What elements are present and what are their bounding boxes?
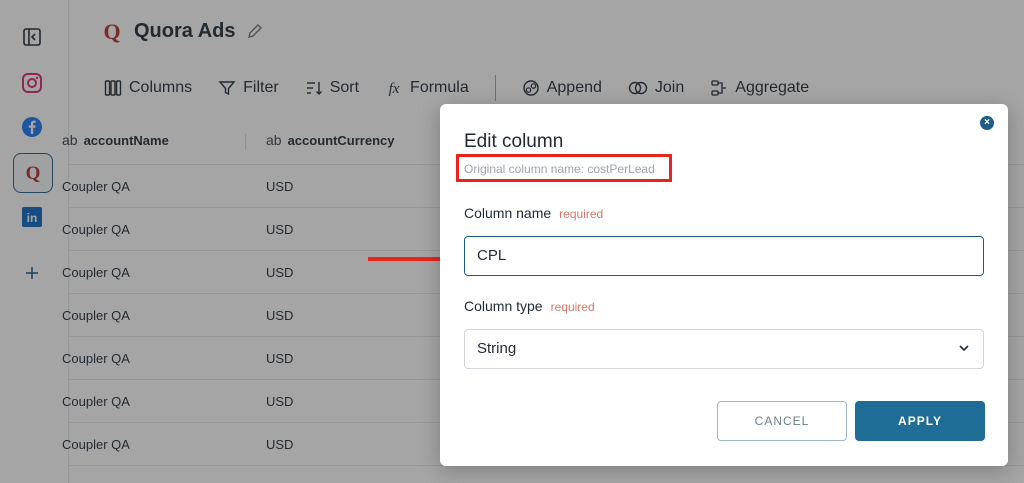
column-name-label-text: Column name xyxy=(464,205,552,221)
cancel-button[interactable]: CANCEL xyxy=(717,401,847,441)
required-tag: required xyxy=(550,300,595,314)
close-icon[interactable]: × xyxy=(980,116,994,130)
column-type-label-text: Column type xyxy=(464,298,543,314)
apply-button[interactable]: APPLY xyxy=(855,401,985,441)
column-name-input[interactable]: CPL xyxy=(464,236,984,276)
chevron-down-icon xyxy=(959,345,969,352)
original-column-name: Original column name: costPerLead xyxy=(464,162,655,176)
column-type-label: Column type required xyxy=(464,298,595,314)
column-type-select[interactable]: String xyxy=(464,329,984,369)
column-name-label: Column name required xyxy=(464,205,603,221)
dialog-title: Edit column xyxy=(464,131,564,152)
column-type-value: String xyxy=(477,340,517,357)
required-tag: required xyxy=(559,207,604,221)
edit-column-dialog: × Edit column Original column name: cost… xyxy=(440,104,1008,466)
